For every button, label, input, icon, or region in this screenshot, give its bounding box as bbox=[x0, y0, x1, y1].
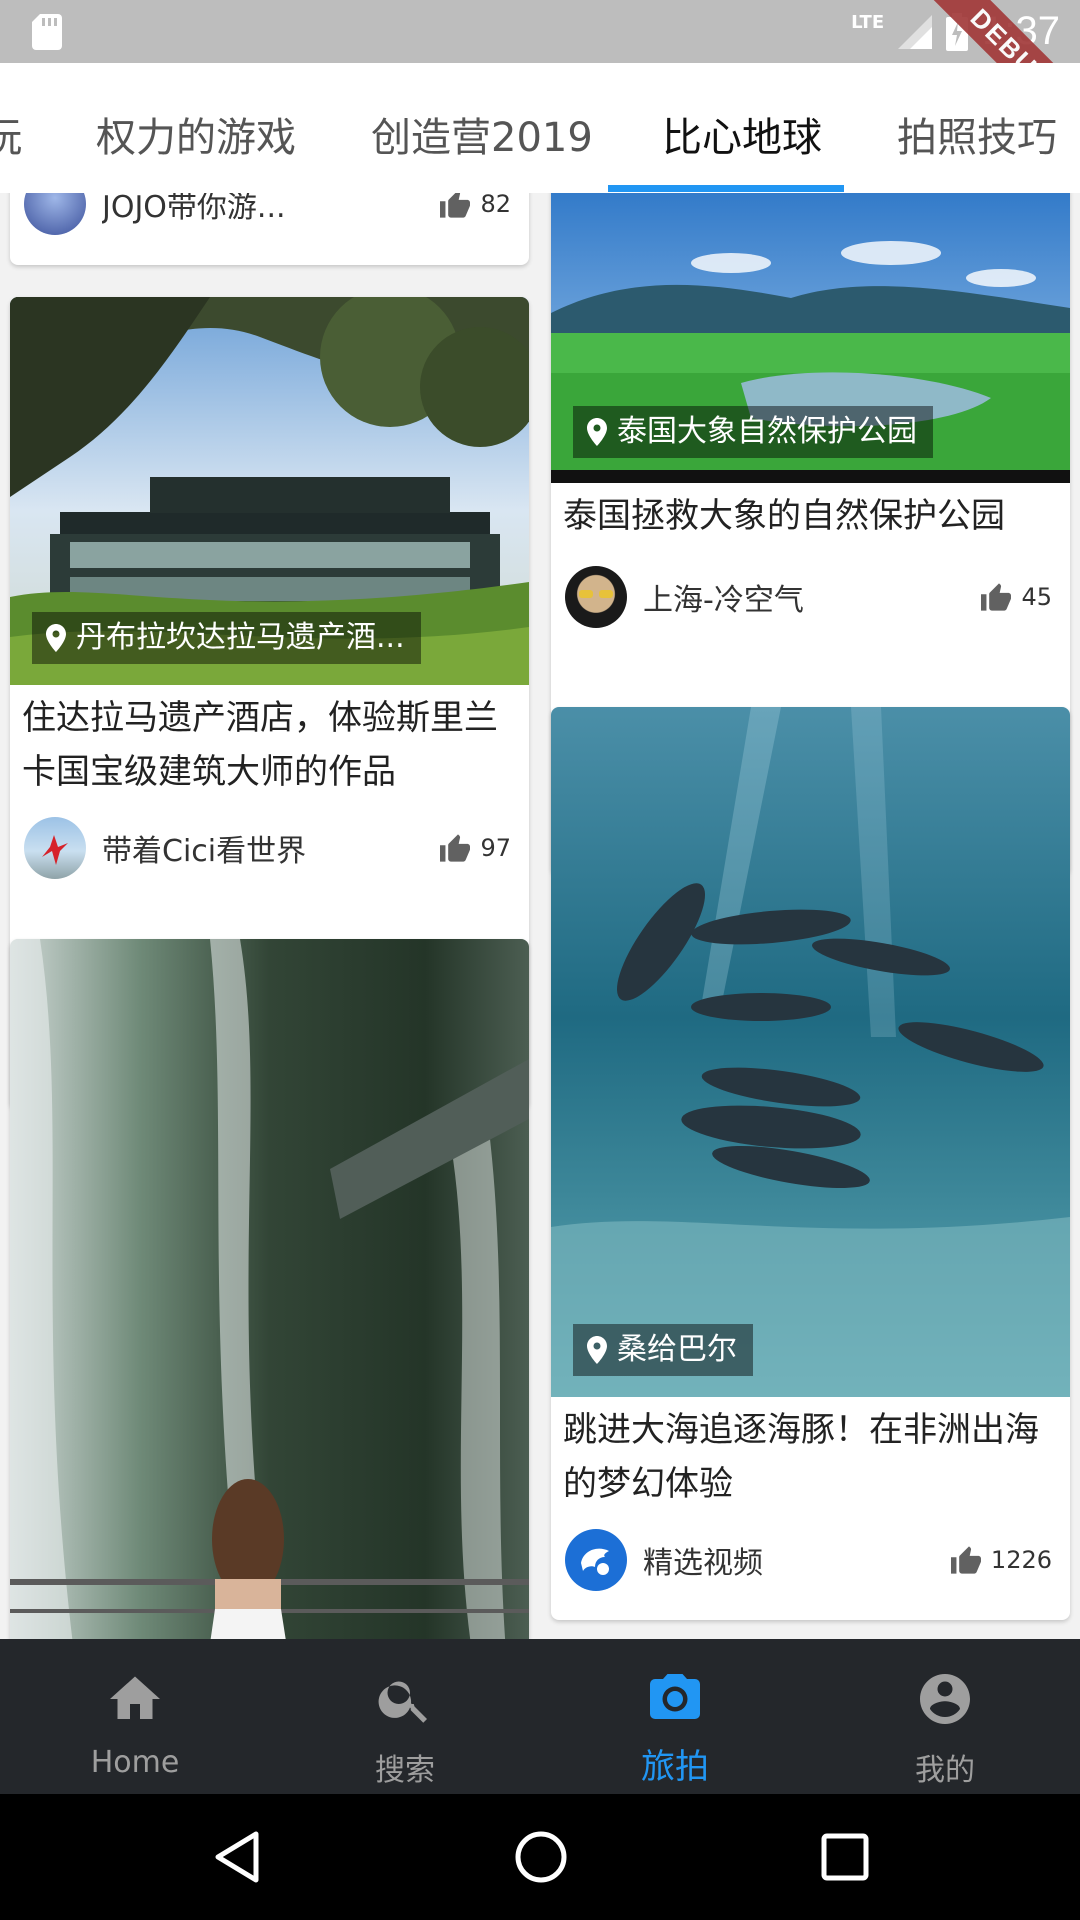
system-navigation-bar bbox=[0, 1794, 1080, 1920]
card-title: 泰国拯救大象的自然保护公园 bbox=[563, 496, 1005, 536]
nav-label: 搜索 bbox=[375, 1753, 435, 1788]
tab-bixin-earth[interactable]: 比心地球 bbox=[662, 63, 822, 193]
active-tab-indicator bbox=[608, 185, 844, 192]
card-title: 跳进大海追逐海豚！在非洲出海的梦幻体验 bbox=[563, 1410, 1039, 1504]
travel-feed[interactable]: JOJO带你游... 82 丹布拉坎达拉马遗产酒... 住达拉马遗产酒店，体验斯… bbox=[0, 193, 1080, 1639]
search-icon bbox=[378, 1681, 427, 1723]
feed-card[interactable]: 桑给巴尔 跳进大海追逐海豚！在非洲出海的梦幻体验 精选视频 1226 bbox=[551, 707, 1070, 1620]
home-circle-icon[interactable] bbox=[514, 1830, 568, 1884]
author-name: JOJO带你游... bbox=[102, 193, 286, 225]
thumbs-up-icon bbox=[440, 193, 471, 218]
card-title: 住达拉马遗产酒店，体验斯里兰卡国宝级建筑大师的作品 bbox=[22, 698, 498, 792]
location-pin-icon bbox=[587, 418, 607, 446]
card-photo: 泰国大象自然保护公园 bbox=[551, 193, 1070, 483]
location-pin-icon bbox=[587, 1336, 607, 1364]
author-name: 带着Cici看世界 bbox=[102, 834, 307, 869]
nav-search[interactable]: 搜索 bbox=[270, 1639, 540, 1794]
like-count[interactable]: 82 bbox=[438, 193, 511, 219]
author-row: 精选视频 1226 bbox=[565, 1527, 1052, 1593]
account-icon bbox=[920, 1674, 970, 1724]
author-name: 精选视频 bbox=[643, 1546, 763, 1581]
thumbs-up-icon bbox=[440, 834, 471, 862]
network-type: LTE bbox=[851, 12, 885, 33]
status-bar: LTE 1:37 DEBUG bbox=[0, 0, 1080, 157]
thumbs-up-icon bbox=[981, 583, 1012, 611]
tab-photo-tips[interactable]: 拍照技巧 bbox=[897, 63, 1057, 193]
bottom-navigation: Home 搜索 旅拍 我的 bbox=[0, 1639, 1080, 1794]
back-icon[interactable] bbox=[212, 1830, 262, 1884]
feed-card[interactable]: JOJO带你游... 82 bbox=[10, 193, 529, 265]
like-count[interactable]: 1226 bbox=[949, 1545, 1052, 1575]
nav-label: Home bbox=[90, 1745, 180, 1780]
location-pin-icon bbox=[46, 624, 66, 652]
author-row: 上海-冷空气 45 bbox=[565, 564, 1052, 630]
nav-label: 旅拍 bbox=[641, 1747, 709, 1787]
tab-game-of-thrones[interactable]: 权力的游戏 bbox=[96, 63, 296, 193]
author-row: 带着Cici看世界 97 bbox=[24, 815, 511, 881]
recents-icon[interactable] bbox=[820, 1832, 870, 1882]
location-tag: 丹布拉坎达拉马遗产酒... bbox=[32, 612, 421, 664]
waterfall-photo bbox=[10, 939, 529, 1639]
card-photo: 丹布拉坎达拉马遗产酒... bbox=[10, 297, 529, 685]
nav-travel-photo[interactable]: 旅拍 bbox=[540, 1639, 810, 1794]
home-icon bbox=[110, 1676, 160, 1719]
nav-profile[interactable]: 我的 bbox=[810, 1639, 1080, 1794]
like-count[interactable]: 45 bbox=[979, 582, 1052, 612]
avatar bbox=[24, 193, 86, 235]
signal-icon bbox=[898, 14, 933, 49]
tab-produce-camp[interactable]: 创造营2019 bbox=[371, 63, 593, 193]
category-tab-bar: 玩 权力的游戏 创造营2019 比心地球 拍照技巧 bbox=[0, 63, 1080, 193]
card-photo: 桑给巴尔 bbox=[551, 707, 1070, 1397]
camera-icon bbox=[650, 1674, 700, 1719]
author-row: JOJO带你游... 82 bbox=[24, 193, 511, 237]
nav-label: 我的 bbox=[915, 1753, 975, 1788]
like-count[interactable]: 97 bbox=[438, 833, 511, 863]
location-tag: 桑给巴尔 bbox=[573, 1324, 753, 1376]
avatar bbox=[24, 817, 86, 879]
tab-partial[interactable]: 玩 bbox=[0, 63, 22, 193]
thumbs-up-icon bbox=[950, 1546, 981, 1574]
avatar bbox=[565, 566, 627, 628]
nav-home[interactable]: Home bbox=[0, 1639, 270, 1794]
author-name: 上海-冷空气 bbox=[643, 583, 804, 618]
feed-card[interactable] bbox=[10, 939, 529, 1639]
card-photo bbox=[10, 939, 529, 1639]
avatar bbox=[565, 1529, 627, 1591]
dolphins-photo bbox=[551, 707, 1070, 1397]
location-tag: 泰国大象自然保护公园 bbox=[573, 406, 933, 458]
sd-card-icon bbox=[32, 14, 62, 50]
